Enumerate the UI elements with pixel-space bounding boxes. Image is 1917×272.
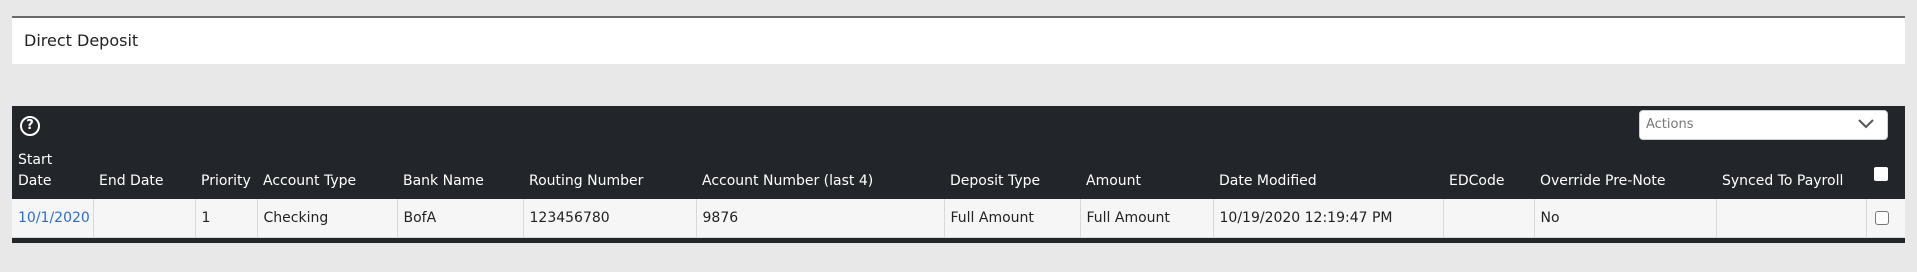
select-all-checkbox[interactable] — [1874, 167, 1888, 181]
start-date-link[interactable]: 10/1/2020 — [18, 210, 90, 226]
cell-account-type: Checking — [257, 199, 398, 238]
cell-priority: 1 — [195, 199, 258, 238]
column-header-account-type[interactable]: Account Type — [257, 148, 397, 199]
table-row[interactable]: 10/1/2020 1 Checking BofA 123456780 9876… — [12, 199, 1905, 238]
cell-amount: Full Amount — [1080, 199, 1214, 238]
direct-deposit-table: Start Date End Date Priority Account Typ… — [12, 148, 1905, 238]
column-header-amount[interactable]: Amount — [1080, 148, 1213, 199]
panel-title: Direct Deposit — [24, 31, 139, 50]
column-header-deposit-type[interactable]: Deposit Type — [944, 148, 1080, 199]
cell-synced-to-payroll — [1716, 199, 1867, 238]
cell-account-number: 9876 — [696, 199, 945, 238]
cell-deposit-type: Full Amount — [944, 199, 1081, 238]
cell-end-date — [93, 199, 196, 238]
table-header-row: Start Date End Date Priority Account Typ… — [12, 148, 1905, 199]
cell-date-modified: 10/19/2020 12:19:47 PM — [1213, 199, 1444, 238]
direct-deposit-grid: ? Actions Start Date End Date Priority A… — [12, 106, 1905, 243]
select-all-cell — [1866, 148, 1905, 199]
direct-deposit-panel-header: Direct Deposit — [12, 16, 1905, 64]
grid-toolbar: ? Actions — [12, 106, 1905, 148]
column-header-date-modified[interactable]: Date Modified — [1213, 148, 1443, 199]
question-circle-icon[interactable]: ? — [20, 116, 40, 136]
column-header-edcode[interactable]: EDCode — [1443, 148, 1534, 199]
cell-override-prenote: No — [1534, 199, 1717, 238]
column-header-priority[interactable]: Priority — [195, 148, 257, 199]
cell-bank-name: BofA — [397, 199, 524, 238]
cell-row-select — [1866, 199, 1905, 238]
column-header-synced-to-payroll[interactable]: Synced To Payroll — [1716, 148, 1866, 199]
actions-dropdown[interactable]: Actions — [1639, 110, 1888, 140]
column-header-routing-number[interactable]: Routing Number — [523, 148, 696, 199]
cell-edcode — [1443, 199, 1535, 238]
cell-routing-number: 123456780 — [523, 199, 697, 238]
cell-start-date: 10/1/2020 — [12, 199, 94, 238]
column-header-start-date[interactable]: Start Date — [12, 148, 93, 199]
column-header-account-number[interactable]: Account Number (last 4) — [696, 148, 944, 199]
column-header-bank-name[interactable]: Bank Name — [397, 148, 523, 199]
column-header-override-prenote[interactable]: Override Pre-Note — [1534, 148, 1716, 199]
column-header-end-date[interactable]: End Date — [93, 148, 195, 199]
chevron-down-icon — [1858, 119, 1874, 129]
row-select-checkbox[interactable] — [1874, 210, 1889, 225]
actions-placeholder: Actions — [1646, 117, 1694, 132]
